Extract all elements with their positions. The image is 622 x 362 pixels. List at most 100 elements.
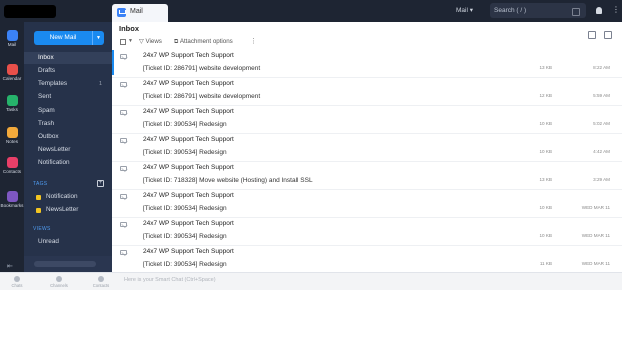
mail-row[interactable]: 24x7 WP Support Tech Support [Ticket ID:… [112,78,622,106]
bell-icon[interactable] [596,7,602,14]
view-unread[interactable]: Unread [24,236,112,248]
folder-label: Templates [38,80,68,87]
mail-subject: [Ticket ID: 286791] website development [143,93,261,100]
mail-icon [117,8,126,17]
channels-icon [56,276,62,282]
mail-subject: [Ticket ID: 390534] Redesign [143,261,227,268]
mail-size: 11 KB [539,261,552,266]
app-switcher-rail: Mail Calendar Tasks Notes Contacts Bookm… [0,22,24,290]
new-mail-label: New Mail [49,34,77,41]
mail-row[interactable]: 24x7 WP Support Tech Support [Ticket ID:… [112,50,622,78]
folder-notification[interactable]: Notification [24,157,112,169]
mail-sender: 24x7 WP Support Tech Support [143,80,234,87]
mail-sender: 24x7 WP Support Tech Support [143,192,234,199]
chevron-down-icon[interactable]: ▼ [92,31,104,45]
rail-item-label: Bookmarks [0,203,24,208]
new-mail-button[interactable]: New Mail ▼ [34,31,104,45]
mail-time: 3:29 AM [593,177,610,182]
folder-outbox[interactable]: Outbox [24,131,112,143]
rail-item-bookmarks[interactable]: Bookmarks [0,191,24,208]
mail-time: WED MAR 11 [581,261,610,266]
rail-item-notes[interactable]: Notes [0,127,24,144]
rail-item-label: Notes [5,139,18,144]
contacts-icon [6,157,18,168]
folder-drafts[interactable]: Drafts [24,65,112,77]
views-section-label: VIEWS [33,226,51,232]
layout-icon[interactable] [588,31,596,39]
redacted-logo [4,5,56,18]
mail-time: 5:02 AM [593,121,610,126]
tag-label: Notification [46,193,78,200]
mail-size: 13 KB [539,65,552,70]
rail-item-contacts[interactable]: Contacts [0,157,24,174]
bottom-item-label: Chats [11,283,23,288]
rail-item-tasks[interactable]: Tasks [0,95,24,112]
bottom-item-contacts[interactable]: Contacts [89,276,113,288]
folder-trash[interactable]: Trash [24,118,112,130]
mail-row[interactable]: 24x7 WP Support Tech Support [Ticket ID:… [112,246,622,274]
mail-app-icon [6,30,18,41]
folder-sent[interactable]: Sent [24,91,112,103]
notes-icon [6,127,18,138]
collapse-icon[interactable]: ⇤ [7,262,13,270]
mail-size: 10 KB [539,233,552,238]
select-all-checkbox[interactable] [120,39,126,45]
mail-list-pane: Inbox ▼ ▽ Views ⧉ Attachment options ⋮ 2… [112,8,622,274]
rail-item-calendar[interactable]: Calendar [0,64,24,81]
more-vertical-icon[interactable]: ⋮ [612,6,620,14]
tag-newsletter[interactable]: NewsLetter [24,204,112,216]
search-scope-select[interactable]: Mail ▾ [456,4,492,17]
rail-item-label: Mail [7,42,17,47]
page-title: Inbox [119,24,139,33]
mail-size: 10 KB [539,121,552,126]
attachment-options-label: Attachment options [179,38,233,45]
mail-time: 8:22 AM [593,65,610,70]
smart-chat-input[interactable]: Here is your Smart Chat (Ctrl+Space) [124,277,216,283]
tasks-icon [6,95,18,106]
tag-notification[interactable]: Notification [24,191,112,203]
calendar-icon [6,64,18,75]
blurred-footer-content [34,261,96,267]
envelope-icon [120,110,127,115]
attachment-options-button[interactable]: ⧉ Attachment options [174,38,233,46]
bottom-item-label: Channels [50,283,68,288]
rail-item-label: Tasks [6,107,18,112]
app-tab-label: Mail [130,8,143,15]
bottom-item-label: Contacts [92,283,110,288]
mail-row[interactable]: 24x7 WP Support Tech Support [Ticket ID:… [112,106,622,134]
folder-newsletter[interactable]: NewsLetter [24,144,112,156]
bottom-item-channels[interactable]: Channels [47,276,71,288]
mail-row[interactable]: 24x7 WP Support Tech Support [Ticket ID:… [112,134,622,162]
mail-row[interactable]: 24x7 WP Support Tech Support [Ticket ID:… [112,162,622,190]
chevron-down-icon[interactable]: ▼ [128,38,133,44]
tag-color-swatch [36,208,41,213]
chat-icon [14,276,20,282]
rail-item-mail[interactable]: Mail [0,30,24,47]
envelope-icon [120,82,127,87]
mail-sender: 24x7 WP Support Tech Support [143,52,234,59]
app-tab-mail[interactable]: Mail [112,4,168,22]
envelope-icon [120,138,127,143]
mail-row[interactable]: 24x7 WP Support Tech Support [Ticket ID:… [112,190,622,218]
views-button[interactable]: ▽ Views [139,38,162,45]
mail-list-toolbar: ▼ ▽ Views ⧉ Attachment options ⋮ [112,31,622,49]
bookmarks-icon [6,191,18,202]
folder-templates[interactable]: Templates 1 [24,78,112,90]
mail-time: WED MAR 11 [581,205,610,210]
mail-subject: [Ticket ID: 718328] Move website (Hostin… [143,177,313,184]
add-tag-icon[interactable]: + [97,180,104,187]
envelope-icon [120,222,127,227]
mail-subject: [Ticket ID: 286791] website development [143,65,261,72]
filter-icon: ▽ [139,38,144,45]
mail-subject: [Ticket ID: 390534] Redesign [143,233,227,240]
envelope-icon [120,250,127,255]
folder-spam[interactable]: Spam [24,105,112,117]
bottom-item-chats[interactable]: Chats [5,276,29,288]
mail-time: 4:42 AM [593,149,610,154]
mail-size: 12 KB [539,93,552,98]
refresh-icon[interactable] [572,8,580,16]
more-options-icon[interactable]: ⋮ [250,37,257,45]
folder-inbox[interactable]: Inbox [24,52,112,64]
columns-icon[interactable] [604,31,612,39]
mail-row[interactable]: 24x7 WP Support Tech Support [Ticket ID:… [112,218,622,246]
